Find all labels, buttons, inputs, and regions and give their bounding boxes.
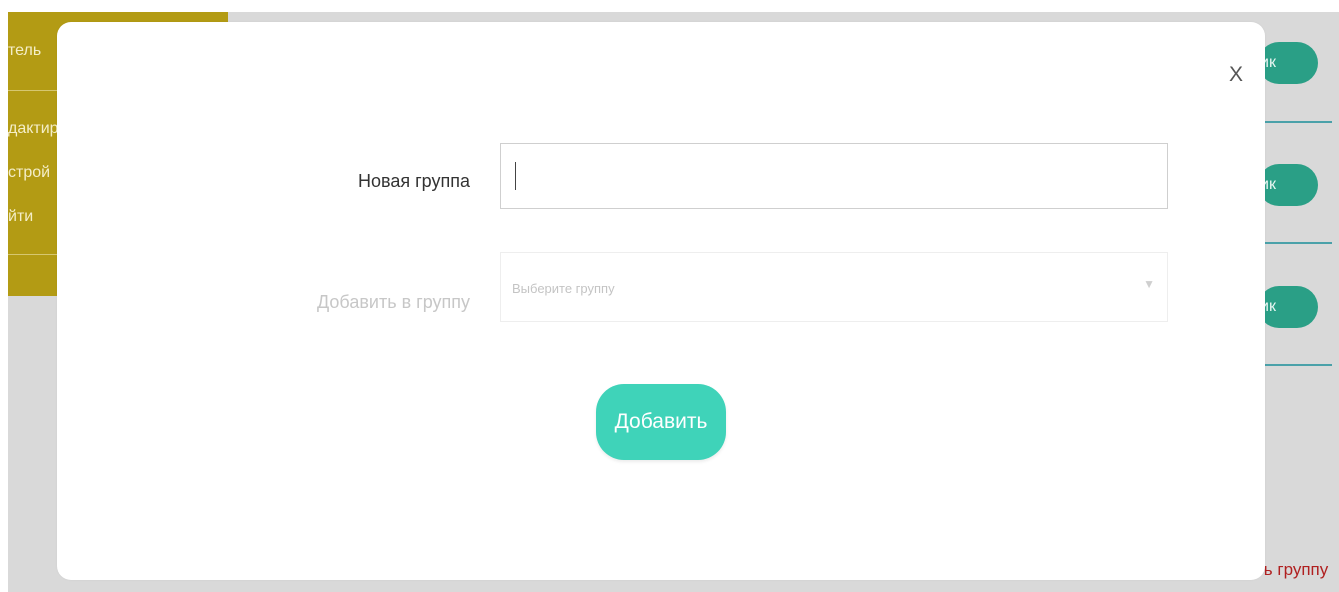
text-caret xyxy=(515,162,516,190)
add-group-modal: X Новая группа Добавить в группу Выберит… xyxy=(57,22,1265,580)
row-action-button[interactable]: ик xyxy=(1258,286,1318,328)
delete-group-link[interactable]: ть группу xyxy=(1256,560,1328,580)
sidebar-item-edit[interactable]: дактир xyxy=(8,120,59,138)
close-button[interactable]: X xyxy=(1223,62,1249,88)
new-group-input[interactable] xyxy=(500,143,1168,209)
row-divider xyxy=(1258,121,1332,123)
group-select[interactable]: Выберите группу ▼ xyxy=(500,252,1168,322)
row-divider xyxy=(1258,364,1332,366)
sidebar-item-settings[interactable]: строй xyxy=(8,164,50,182)
row-action-button[interactable]: ик xyxy=(1258,164,1318,206)
sidebar-item-logout[interactable]: йти xyxy=(8,208,33,226)
chevron-down-icon: ▼ xyxy=(1143,277,1155,291)
add-button[interactable]: Добавить xyxy=(596,384,726,460)
group-select-placeholder: Выберите группу xyxy=(512,281,615,296)
new-group-label: Новая группа xyxy=(357,171,470,191)
add-to-group-label: Добавить в группу xyxy=(317,292,470,312)
row-divider xyxy=(1258,242,1332,244)
top-strip xyxy=(0,0,1339,12)
sidebar-item-profile[interactable]: тель xyxy=(8,42,41,60)
row-action-button[interactable]: ик xyxy=(1258,42,1318,84)
